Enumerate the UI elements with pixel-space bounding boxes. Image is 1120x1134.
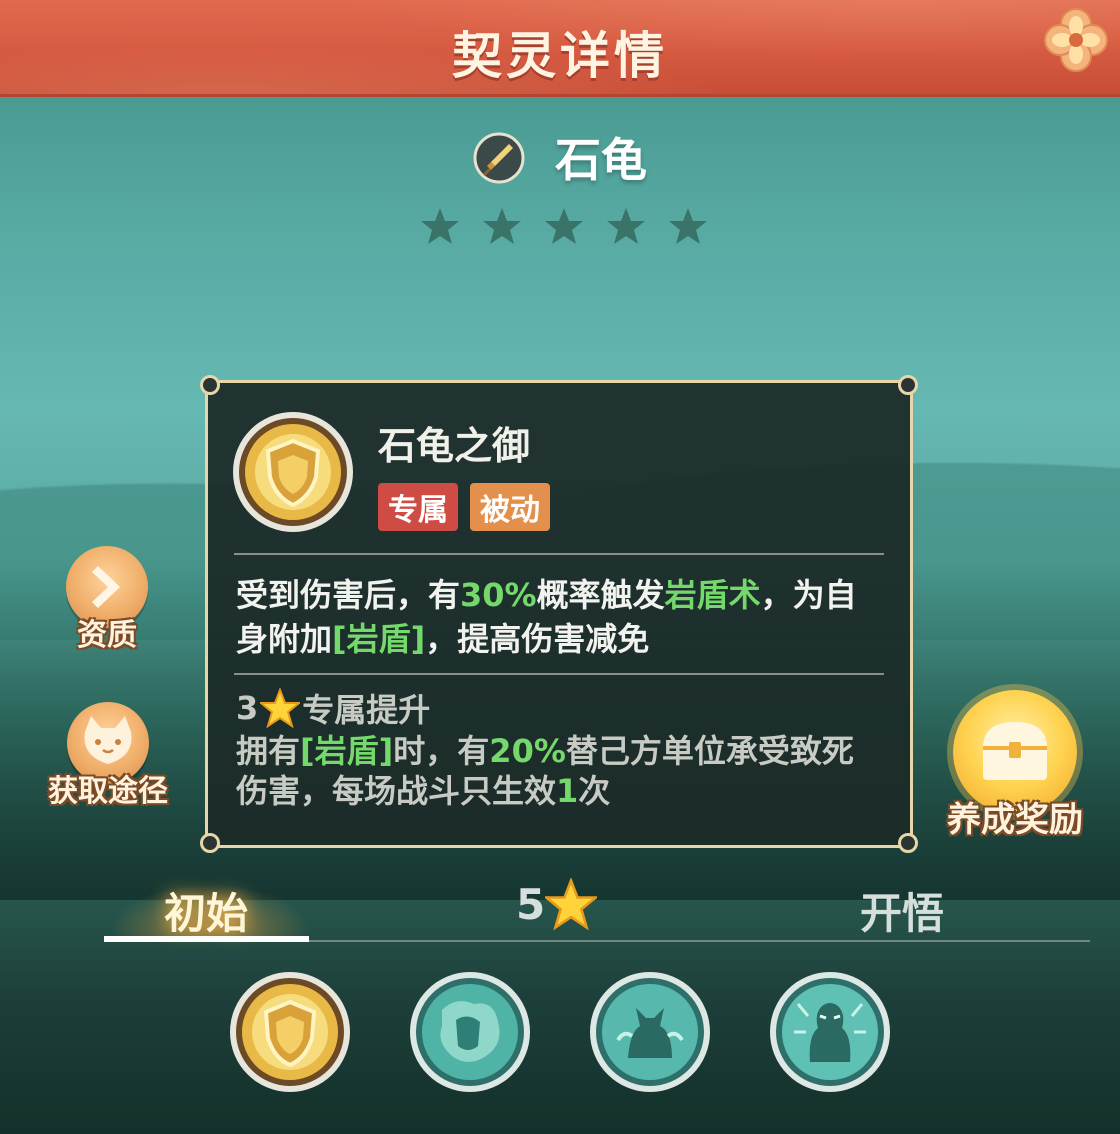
- obtain-route-button[interactable]: 获取途径: [36, 702, 180, 810]
- growth-reward-label: 养成奖励: [947, 800, 1083, 840]
- tab-five-star[interactable]: 5: [516, 876, 600, 934]
- upg-part: 1: [556, 772, 579, 810]
- upgrade-header: 3 专属提升: [236, 685, 430, 731]
- panel-corner: [898, 375, 918, 395]
- exclusive-tag: 专属: [378, 483, 458, 531]
- star-icon: [545, 208, 583, 244]
- growth-reward-button[interactable]: 养成奖励: [930, 690, 1100, 841]
- shield-skill-icon[interactable]: [228, 970, 352, 1094]
- star-icon: [607, 208, 645, 244]
- tab-initial[interactable]: 初始: [164, 880, 248, 941]
- shield-skill-icon: [233, 412, 353, 532]
- panel-corner: [200, 833, 220, 853]
- active-tab-underline: [104, 936, 309, 942]
- desc-part: ，提高伤害减免: [425, 620, 650, 658]
- passive-tag: 被动: [470, 483, 550, 531]
- upg-part: 拥有: [236, 732, 301, 770]
- aptitude-label: 资质: [77, 618, 137, 653]
- obtain-route-label: 获取途径: [48, 774, 168, 809]
- upgrade-description: 拥有[岩盾]时，有20%替己方单位承受致死伤害，每场战斗只生效1次: [236, 731, 882, 811]
- skill-description: 受到伤害后，有30%概率触发岩盾术，为自身附加[岩盾]，提高伤害减免: [236, 573, 882, 661]
- upgrade-title: 专属提升: [302, 691, 431, 729]
- upg-part: [岩盾]: [300, 732, 394, 770]
- skills-row: [228, 970, 892, 1094]
- clover-menu-icon[interactable]: [1040, 4, 1112, 76]
- upg-part: 时，有: [393, 732, 490, 770]
- desc-part: 概率触发: [536, 576, 665, 614]
- desc-part: 受到伤害后，有: [236, 576, 461, 614]
- guardian-skill-icon[interactable]: [768, 970, 892, 1094]
- desc-part: 岩盾术: [664, 576, 761, 614]
- star-icon: [669, 208, 707, 244]
- page-title: 契灵详情: [452, 27, 668, 85]
- tab-five-star-label: 5: [516, 880, 546, 929]
- gold-star-icon: [542, 876, 600, 930]
- upgrade-star-level: 3: [236, 689, 259, 727]
- tab-awaken[interactable]: 开悟: [860, 880, 944, 941]
- desc-part: 30%: [460, 576, 537, 614]
- pet-name: 石龟: [555, 133, 647, 187]
- divider: [234, 553, 884, 555]
- aptitude-button[interactable]: 资质: [50, 546, 164, 654]
- skill-detail-panel: 石龟之御 专属 被动 受到伤害后，有30%概率触发岩盾术，为自身附加[岩盾]，提…: [200, 375, 918, 853]
- upg-part: 20%: [489, 732, 566, 770]
- star-icon: [483, 208, 521, 244]
- desc-part: [岩盾]: [332, 620, 426, 658]
- gold-star-icon: [260, 688, 301, 728]
- upg-part: 次: [578, 772, 611, 810]
- beast-roar-skill-icon[interactable]: [588, 970, 712, 1094]
- panel-corner: [898, 833, 918, 853]
- pet-name-row: 石龟: [0, 124, 1120, 190]
- star-rating: [420, 206, 708, 246]
- star-icon: [421, 208, 459, 244]
- sword-class-icon: [473, 132, 525, 183]
- skill-name: 石龟之御: [378, 424, 531, 468]
- skill-tags: 专属 被动: [378, 483, 550, 531]
- stage-tabs: 初始 5 开悟: [0, 874, 1120, 946]
- title-bar: 契灵详情: [0, 0, 1120, 97]
- rock-fist-skill-icon[interactable]: [408, 970, 532, 1094]
- panel-corner: [200, 375, 220, 395]
- divider: [234, 673, 884, 675]
